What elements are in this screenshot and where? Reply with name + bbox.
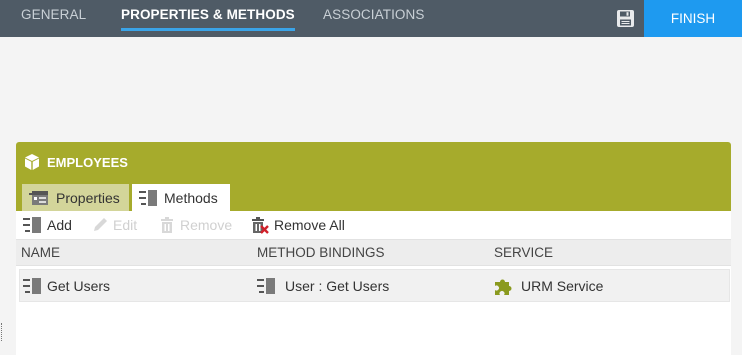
remove-all-button[interactable]: Remove All — [250, 215, 345, 235]
finish-button[interactable]: FINISH — [644, 0, 742, 37]
tab-associations[interactable]: ASSOCIATIONS — [323, 0, 424, 37]
tab-properties-methods[interactable]: PROPERTIES & METHODS — [121, 0, 295, 37]
remove-label: Remove — [180, 217, 233, 233]
methods-toolbar: Add Edit Remove Remove All — [16, 211, 731, 239]
table-row[interactable]: Get Users User : Get Users URM Service — [19, 269, 730, 302]
cell-name: Get Users — [23, 270, 110, 301]
cube-icon — [23, 153, 41, 171]
column-header-service[interactable]: SERVICE — [494, 245, 553, 260]
properties-icon — [29, 189, 51, 207]
pencil-icon — [91, 216, 109, 234]
grid-header: NAME METHOD BINDINGS SERVICE — [16, 239, 731, 266]
trash-remove-all-icon — [250, 216, 270, 234]
column-header-method-bindings[interactable]: METHOD BINDINGS — [257, 245, 385, 260]
edit-label: Edit — [113, 217, 138, 233]
method-binding-icon — [257, 277, 277, 295]
tab-methods-label: Methods — [164, 189, 218, 206]
cell-service-text: URM Service — [521, 277, 604, 294]
methods-icon — [139, 189, 159, 207]
panel-title: EMPLOYEES — [23, 153, 128, 171]
panel-title-text: EMPLOYEES — [47, 154, 128, 170]
puzzle-icon — [493, 276, 513, 296]
tab-methods[interactable]: Methods — [132, 184, 230, 211]
cell-service: URM Service — [493, 270, 603, 301]
employees-panel: EMPLOYEES Properties Methods Add Edit Re… — [16, 142, 731, 355]
cell-name-text: Get Users — [47, 277, 111, 294]
remove-all-label: Remove All — [274, 217, 345, 233]
save-button[interactable] — [612, 7, 638, 29]
edit-button[interactable]: Edit — [91, 215, 137, 235]
column-header-name[interactable]: NAME — [21, 245, 60, 260]
tab-general[interactable]: GENERAL — [21, 0, 86, 37]
add-button[interactable]: Add — [23, 215, 72, 235]
add-method-icon — [23, 216, 43, 234]
tab-properties[interactable]: Properties — [22, 184, 129, 211]
cell-method-binding-text: User : Get Users — [285, 277, 390, 294]
remove-button[interactable]: Remove — [158, 215, 232, 235]
trash-icon — [158, 216, 176, 234]
save-icon — [616, 9, 634, 27]
cell-method-binding: User : Get Users — [257, 270, 389, 301]
resize-handle[interactable] — [1, 323, 3, 341]
add-label: Add — [47, 217, 72, 233]
top-navigation-bar: GENERAL PROPERTIES & METHODS ASSOCIATION… — [0, 0, 742, 37]
tab-properties-label: Properties — [56, 189, 120, 206]
panel-header: EMPLOYEES Properties Methods — [16, 142, 731, 211]
method-icon — [23, 277, 43, 295]
